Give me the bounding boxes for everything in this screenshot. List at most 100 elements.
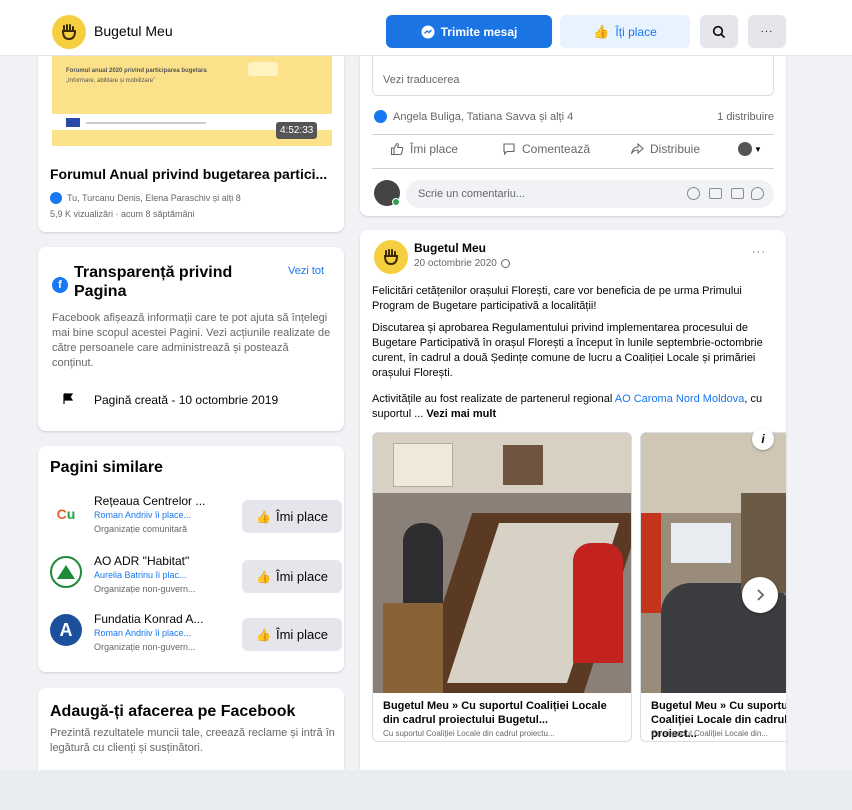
like-action-label: Îmi place — [410, 142, 459, 156]
post-paragraph-3-start: Activitățile au fost realizate de parten… — [372, 393, 615, 405]
transparency-card: f Transparență privind Pagina Vezi tot F… — [38, 247, 344, 431]
see-all-link[interactable]: Vezi tot — [288, 265, 324, 277]
carousel-next-button[interactable] — [742, 577, 778, 613]
like-label: Îmi place — [275, 509, 328, 524]
post-date[interactable]: 20 octombrie 2020 — [414, 258, 497, 269]
like-page-button[interactable]: 👍 Îți place — [560, 15, 690, 48]
similar-page-name[interactable]: Fundatia Konrad A... — [94, 612, 203, 626]
bottom-strip — [0, 770, 852, 810]
comment-icon — [503, 143, 515, 156]
info-badge-icon[interactable]: i — [752, 428, 774, 450]
share-action-button[interactable]: Distribuie — [630, 142, 700, 156]
action-divider-bottom — [372, 168, 774, 169]
carousel-item[interactable]: Bugetul Meu » Cu suportul Coaliției Loca… — [372, 432, 632, 742]
sticker-icon[interactable] — [751, 187, 764, 200]
partner-link[interactable]: AO Caroma Nord Moldova — [615, 393, 745, 405]
more-options-button[interactable]: ··· — [748, 15, 786, 48]
previous-post-card: Vezi traducerea Angela Buliga, Tatiana S… — [360, 56, 786, 216]
page-created: Pagină creată - 10 octombrie 2019 — [94, 393, 279, 407]
send-message-label: Trimite mesaj — [440, 24, 518, 39]
comment-action-button[interactable]: Comentează — [502, 142, 590, 156]
like-page-button[interactable]: 👍 Îmi place — [242, 618, 342, 651]
post-author-avatar[interactable] — [374, 240, 408, 274]
similar-page-item[interactable]: Cu Rețeaua Centrelor ... Roman Andriiv î… — [50, 490, 342, 546]
comment-input[interactable]: Scrie un comentariu... — [406, 180, 774, 208]
like-action-button[interactable]: Îmi place — [390, 142, 458, 156]
similar-pages-card: Pagini similare Cu Rețeaua Centrelor ...… — [38, 446, 344, 672]
see-more-link[interactable]: Vezi mai mult — [426, 408, 496, 420]
share-icon — [630, 142, 644, 155]
post-author[interactable]: Bugetul Meu — [414, 241, 486, 255]
camera-icon[interactable] — [709, 188, 722, 199]
post-paragraph-2: Discutarea și aprobarea Regulamentului p… — [372, 322, 763, 379]
hand-icon — [383, 249, 399, 266]
audience-selector[interactable]: ▼ — [738, 142, 762, 156]
like-page-label: Îți place — [615, 24, 657, 39]
public-globe-icon — [500, 259, 510, 268]
chevron-right-icon — [757, 589, 765, 601]
chevron-down-icon: ▼ — [754, 144, 762, 154]
share-action-label: Distribuie — [650, 142, 701, 156]
eu-flag-icon — [66, 118, 80, 127]
similar-page-category: Organizație non-guvern... — [94, 642, 196, 652]
like-reaction-icon — [374, 110, 387, 123]
thumbs-up-outline-icon — [390, 142, 404, 156]
similar-page-friends: Roman Andriiv îi place... — [94, 628, 192, 638]
post-paragraph-3: Activitățile au fost realizate de parten… — [372, 392, 772, 422]
similar-page-item[interactable]: A Fundatia Konrad A... Roman Andriiv îi … — [50, 608, 342, 664]
add-business-title: Adaugă-ți afacerea pe Facebook — [50, 703, 296, 720]
send-message-button[interactable]: Trimite mesaj — [386, 15, 552, 48]
emoji-icon[interactable] — [687, 187, 700, 200]
thumbnail-title: Forumul anual 2020 privind participarea … — [66, 68, 207, 74]
like-label: Îmi place — [275, 569, 328, 584]
gif-icon[interactable] — [731, 188, 744, 199]
like-page-button[interactable]: 👍 Îmi place — [242, 500, 342, 533]
like-label: Îmi place — [275, 627, 328, 642]
video-duration: 4:52:33 — [276, 122, 318, 139]
similar-page-category: Organizație non-guvern... — [94, 584, 196, 594]
comment-placeholder: Scrie un comentariu... — [418, 188, 525, 200]
transparency-description: Facebook afișează informații care te pot… — [52, 312, 331, 369]
post-paragraph-1: Felicitări cetățenilor orașului Florești… — [372, 285, 742, 312]
video-tagged: Tu, Turcanu Denis, Elena Paraschiv și al… — [50, 192, 241, 204]
similar-page-name[interactable]: Rețeaua Centrelor ... — [94, 494, 205, 508]
carousel-subtitle: Cu suportul Coaliției Locale din cadrul … — [383, 729, 555, 738]
video-title[interactable]: Forumul Anual privind bugetarea partici.… — [50, 166, 327, 182]
similar-page-friends: Aurelia Batrinu îi plac... — [94, 570, 187, 580]
more-icon: ··· — [760, 26, 774, 37]
thumbs-up-icon: 👍 — [256, 627, 271, 642]
reactions-row[interactable]: Angela Buliga, Tatiana Savva și alți 4 — [374, 110, 573, 123]
like-page-button[interactable]: 👍 Îmi place — [242, 560, 342, 593]
thumbs-up-icon: 👍 — [593, 23, 610, 39]
video-card[interactable]: Forumul anual 2020 privind participarea … — [38, 56, 344, 232]
add-business-card: Adaugă-ți afacerea pe Facebook Prezintă … — [38, 688, 344, 770]
page-logo[interactable] — [52, 15, 86, 49]
video-progress — [86, 122, 206, 124]
comment-action-label: Comentează — [522, 142, 591, 156]
meeting-photo[interactable] — [641, 433, 786, 693]
page-avatar-konrad: A — [50, 614, 82, 646]
page-title: Bugetul Meu — [94, 23, 173, 39]
similar-page-category: Organizație comunitară — [94, 524, 188, 534]
video-meta: 5,9 K vizualizări · acum 8 săptămâni — [50, 209, 195, 219]
similar-page-item[interactable]: AO ADR "Habitat" Aurelia Batrinu îi plac… — [50, 550, 342, 606]
carousel-subtitle: Cu suportul Coaliției Locale din... — [651, 729, 768, 738]
group-avatar-icon — [738, 142, 752, 156]
page-avatar-retea: Cu — [56, 506, 76, 522]
page-avatar-habitat — [50, 556, 82, 588]
page-header: Bugetul Meu Trimite mesaj 👍 Îți place ··… — [0, 0, 852, 56]
shares-count[interactable]: 1 distribuire — [717, 111, 774, 123]
see-translation-link[interactable]: Vezi traducerea — [383, 74, 459, 86]
info-icon: f — [52, 277, 68, 293]
meeting-photo[interactable] — [373, 433, 631, 693]
carousel-title[interactable]: Bugetul Meu » Cu suportul Coaliției Loca… — [383, 699, 623, 727]
action-divider — [372, 134, 774, 135]
transparency-title: Transparență privind Pagina — [74, 264, 233, 300]
thumbnail-logo — [248, 62, 278, 76]
post-card: Bugetul Meu 20 octombrie 2020 ··· Felici… — [360, 230, 786, 770]
similar-page-name[interactable]: AO ADR "Habitat" — [94, 554, 189, 568]
search-button[interactable] — [700, 15, 738, 48]
like-reaction-icon — [50, 192, 62, 204]
post-options-button[interactable]: ··· — [752, 246, 766, 258]
messenger-icon — [421, 25, 435, 38]
